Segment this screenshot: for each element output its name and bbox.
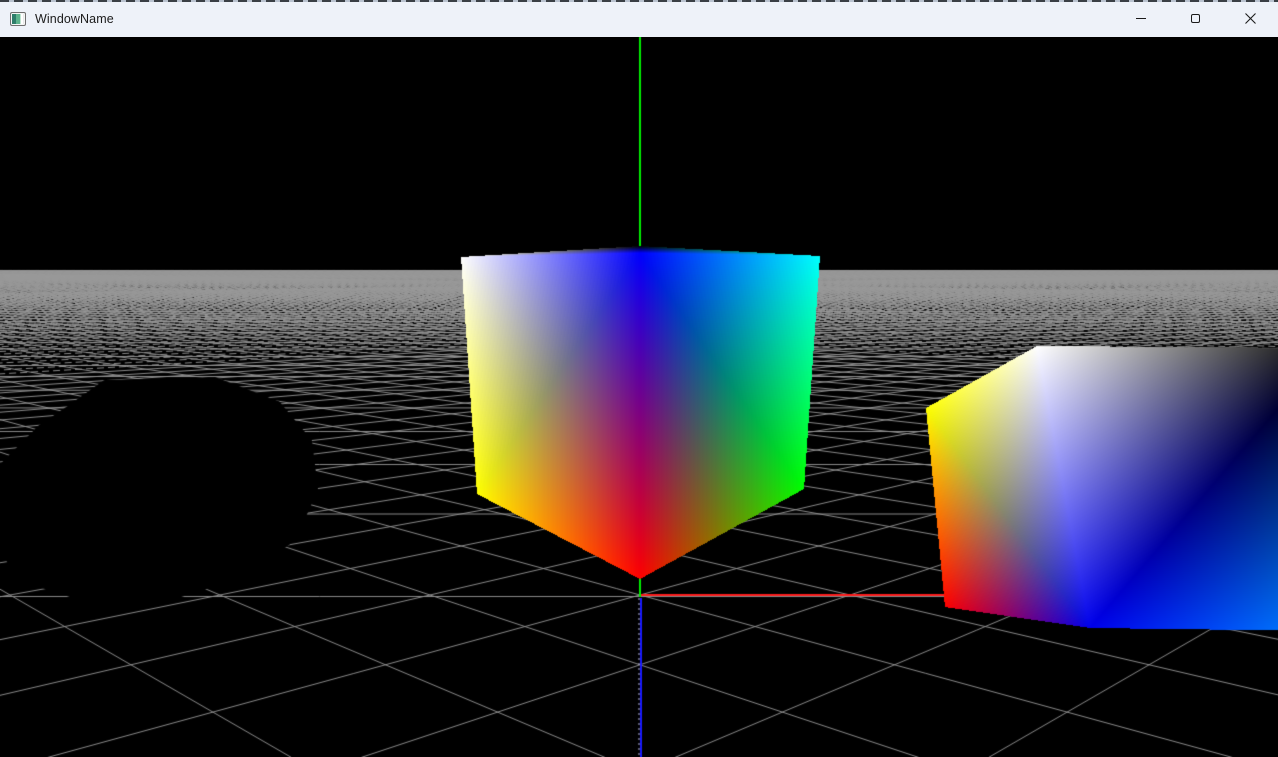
cubes-canvas xyxy=(0,37,1278,757)
app-window: WindowName xyxy=(0,0,1278,757)
minimize-button[interactable] xyxy=(1113,0,1168,37)
window-title: WindowName xyxy=(35,12,114,26)
3d-viewport[interactable] xyxy=(0,37,1278,757)
app-icon xyxy=(10,12,26,26)
maximize-icon xyxy=(1191,14,1200,23)
title-bar[interactable]: WindowName xyxy=(0,0,1278,37)
maximize-button[interactable] xyxy=(1168,0,1223,37)
close-icon xyxy=(1245,13,1256,24)
close-button[interactable] xyxy=(1223,0,1278,37)
minimize-icon xyxy=(1136,18,1146,19)
window-controls xyxy=(1113,0,1278,37)
